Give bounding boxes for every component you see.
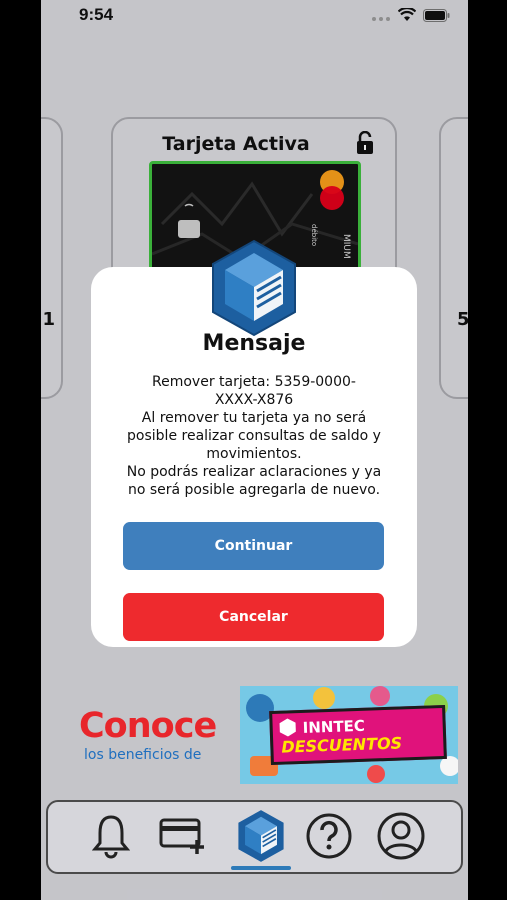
dialog-title: Mensaje	[202, 331, 306, 356]
tab-notifications[interactable]	[83, 810, 139, 866]
promo-badge-text: DESCUENTOS	[281, 733, 403, 757]
promo-subline: los beneficios de	[84, 747, 202, 763]
message-line: no será posible agregarla de nuevo.	[127, 482, 381, 498]
message-line: movimientos.	[206, 446, 302, 462]
promo-artwork: INNTEC DESCUENTOS	[240, 686, 458, 784]
tab-add-card[interactable]	[156, 810, 212, 866]
promo-banner[interactable]: Conoce los beneficios de INNTEC DESCUENT…	[65, 686, 458, 784]
message-line: No podrás realizar aclaraciones y ya	[126, 464, 382, 480]
bell-icon	[91, 813, 131, 863]
descuentos-badge: INNTEC DESCUENTOS	[269, 704, 447, 766]
active-tab-indicator	[231, 866, 291, 870]
cancel-button[interactable]: Cancelar	[123, 593, 384, 641]
dialog-message: Remover tarjeta: 5359-0000- XXXX-X876 Al…	[105, 373, 403, 499]
inntec-logo-icon	[209, 239, 299, 337]
message-line: XXXX-X876	[214, 392, 294, 408]
message-line: Remover tarjeta: 5359-0000-	[152, 374, 356, 390]
add-card-icon	[159, 816, 209, 860]
message-dialog: Mensaje Remover tarjeta: 5359-0000- XXXX…	[91, 239, 417, 647]
help-icon	[305, 812, 353, 864]
promo-brand: INNTEC	[302, 716, 366, 737]
continue-button[interactable]: Continuar	[123, 522, 384, 570]
inntec-logo-icon	[236, 809, 286, 867]
tab-profile[interactable]	[373, 810, 429, 866]
tab-home[interactable]	[233, 810, 289, 866]
bottom-tab-bar	[46, 800, 463, 874]
tab-help[interactable]	[301, 810, 357, 866]
app-screen: 9:54 1 Tarjeta Activa débito MIUM 5 Mens…	[41, 0, 468, 900]
message-line: posible realizar consultas de saldo y	[127, 428, 381, 444]
promo-headline: Conoce	[79, 706, 217, 746]
message-line: Al remover tu tarjeta ya no será	[141, 410, 367, 426]
profile-icon	[376, 811, 426, 865]
